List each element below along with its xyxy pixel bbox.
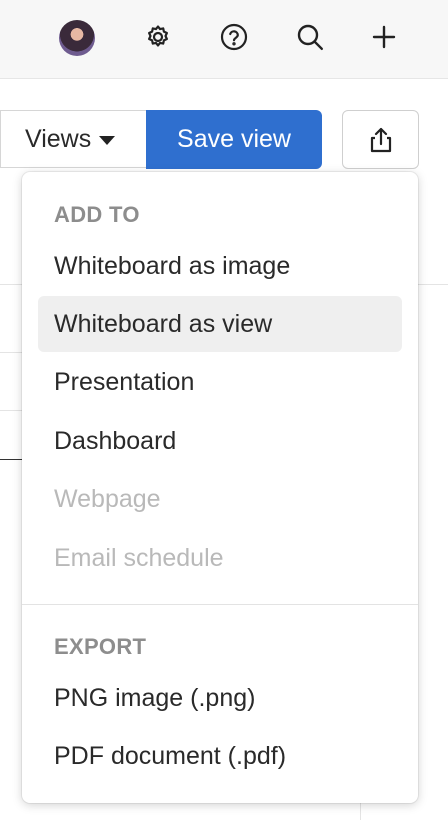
menu-item-label: Presentation [54, 367, 195, 396]
menu-item-label: Dashboard [54, 426, 177, 455]
menu-item-pdf-document[interactable]: PDF document (.pdf) [38, 728, 402, 784]
caret-down-icon [99, 135, 116, 145]
menu-item-label: Webpage [54, 484, 161, 513]
gear-icon[interactable] [143, 22, 173, 52]
menu-item-dashboard[interactable]: Dashboard [38, 413, 402, 469]
views-dropdown-button[interactable]: Views [0, 110, 146, 168]
share-icon [370, 127, 391, 152]
save-view-label: Save view [177, 125, 291, 153]
menu-item-label: PDF document (.pdf) [54, 741, 287, 770]
save-view-button[interactable]: Save view [146, 110, 322, 169]
menu-item-whiteboard-as-view[interactable]: Whiteboard as view [38, 296, 402, 352]
background-divider [0, 284, 22, 285]
menu-item-png-image[interactable]: PNG image (.png) [38, 670, 402, 726]
user-avatar[interactable] [59, 20, 95, 56]
views-label: Views [25, 124, 92, 153]
menu-divider [22, 604, 418, 605]
menu-item-webpage: Webpage [38, 471, 402, 527]
menu-item-label: Whiteboard as view [54, 309, 273, 338]
menu-item-presentation[interactable]: Presentation [38, 354, 402, 410]
section-header-add-to: ADD TO [54, 202, 140, 227]
menu-item-email-schedule: Email schedule [38, 530, 402, 586]
help-icon[interactable] [219, 22, 249, 52]
menu-item-label: Email schedule [54, 543, 224, 572]
menu-item-label: Whiteboard as image [54, 251, 291, 280]
background-divider [0, 352, 22, 353]
search-icon[interactable] [295, 22, 325, 52]
top-bar [0, 0, 448, 79]
background-divider [418, 284, 448, 285]
plus-icon[interactable] [369, 22, 399, 52]
section-header-export: EXPORT [54, 634, 147, 659]
views-dropdown-menu: ADD TO Whiteboard as image Whiteboard as… [22, 172, 418, 803]
menu-item-whiteboard-as-image[interactable]: Whiteboard as image [38, 238, 402, 294]
background-divider [0, 410, 22, 411]
share-button[interactable] [342, 110, 419, 169]
menu-item-label: PNG image (.png) [54, 683, 256, 712]
background-divider [0, 459, 22, 460]
